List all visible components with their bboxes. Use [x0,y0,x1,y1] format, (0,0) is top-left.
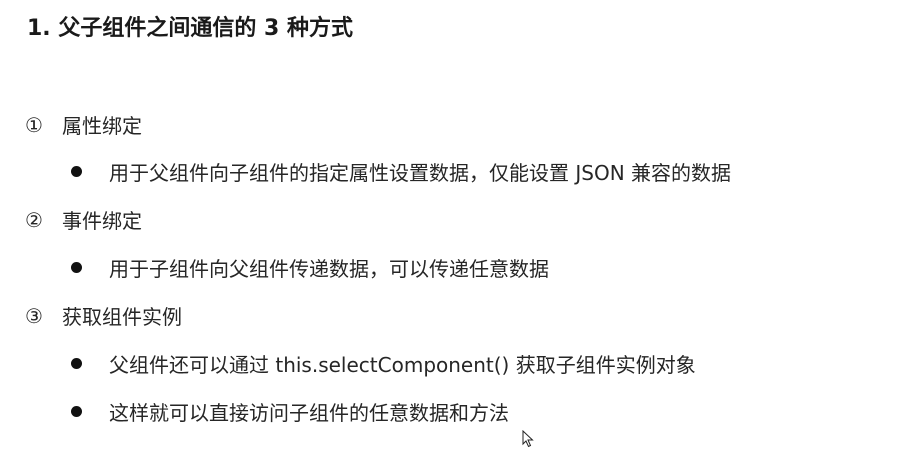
bullet-text: 这样就可以直接访问子组件的任意数据和方法 [109,401,509,425]
section-1-label: 属性绑定 [62,114,142,138]
page-title: 1. 父子组件之间通信的 3 种方式 [27,16,353,41]
section-3-label: 获取组件实例 [62,305,182,329]
bullet-dot-icon [71,262,82,273]
bullet-text: 用于父组件向子组件的指定属性设置数据，仅能设置 JSON 兼容的数据 [109,161,732,185]
section-1-heading: ① 属性绑定 [25,110,142,139]
section-1-bullet-1: 用于父组件向子组件的指定属性设置数据，仅能设置 JSON 兼容的数据 [71,157,731,186]
bullet-text: 用于子组件向父组件传递数据，可以传递任意数据 [109,257,549,281]
section-3-marker: ③ [25,303,43,328]
section-2-label: 事件绑定 [62,209,142,233]
bullet-dot-icon [71,358,82,369]
bullet-text: 父组件还可以通过 this.selectComponent() 获取子组件实例对… [109,353,696,377]
section-3-bullet-2: 这样就可以直接访问子组件的任意数据和方法 [71,397,509,426]
section-2-marker: ② [25,207,43,232]
section-1-marker: ① [25,112,43,137]
bullet-dot-icon [71,166,82,177]
section-3-heading: ③ 获取组件实例 [25,301,182,330]
section-2-bullet-1: 用于子组件向父组件传递数据，可以传递任意数据 [71,253,549,282]
section-2-heading: ② 事件绑定 [25,205,142,234]
section-3-bullet-1: 父组件还可以通过 this.selectComponent() 获取子组件实例对… [71,349,696,378]
bullet-dot-icon [71,406,82,417]
mouse-pointer-icon [522,430,534,448]
